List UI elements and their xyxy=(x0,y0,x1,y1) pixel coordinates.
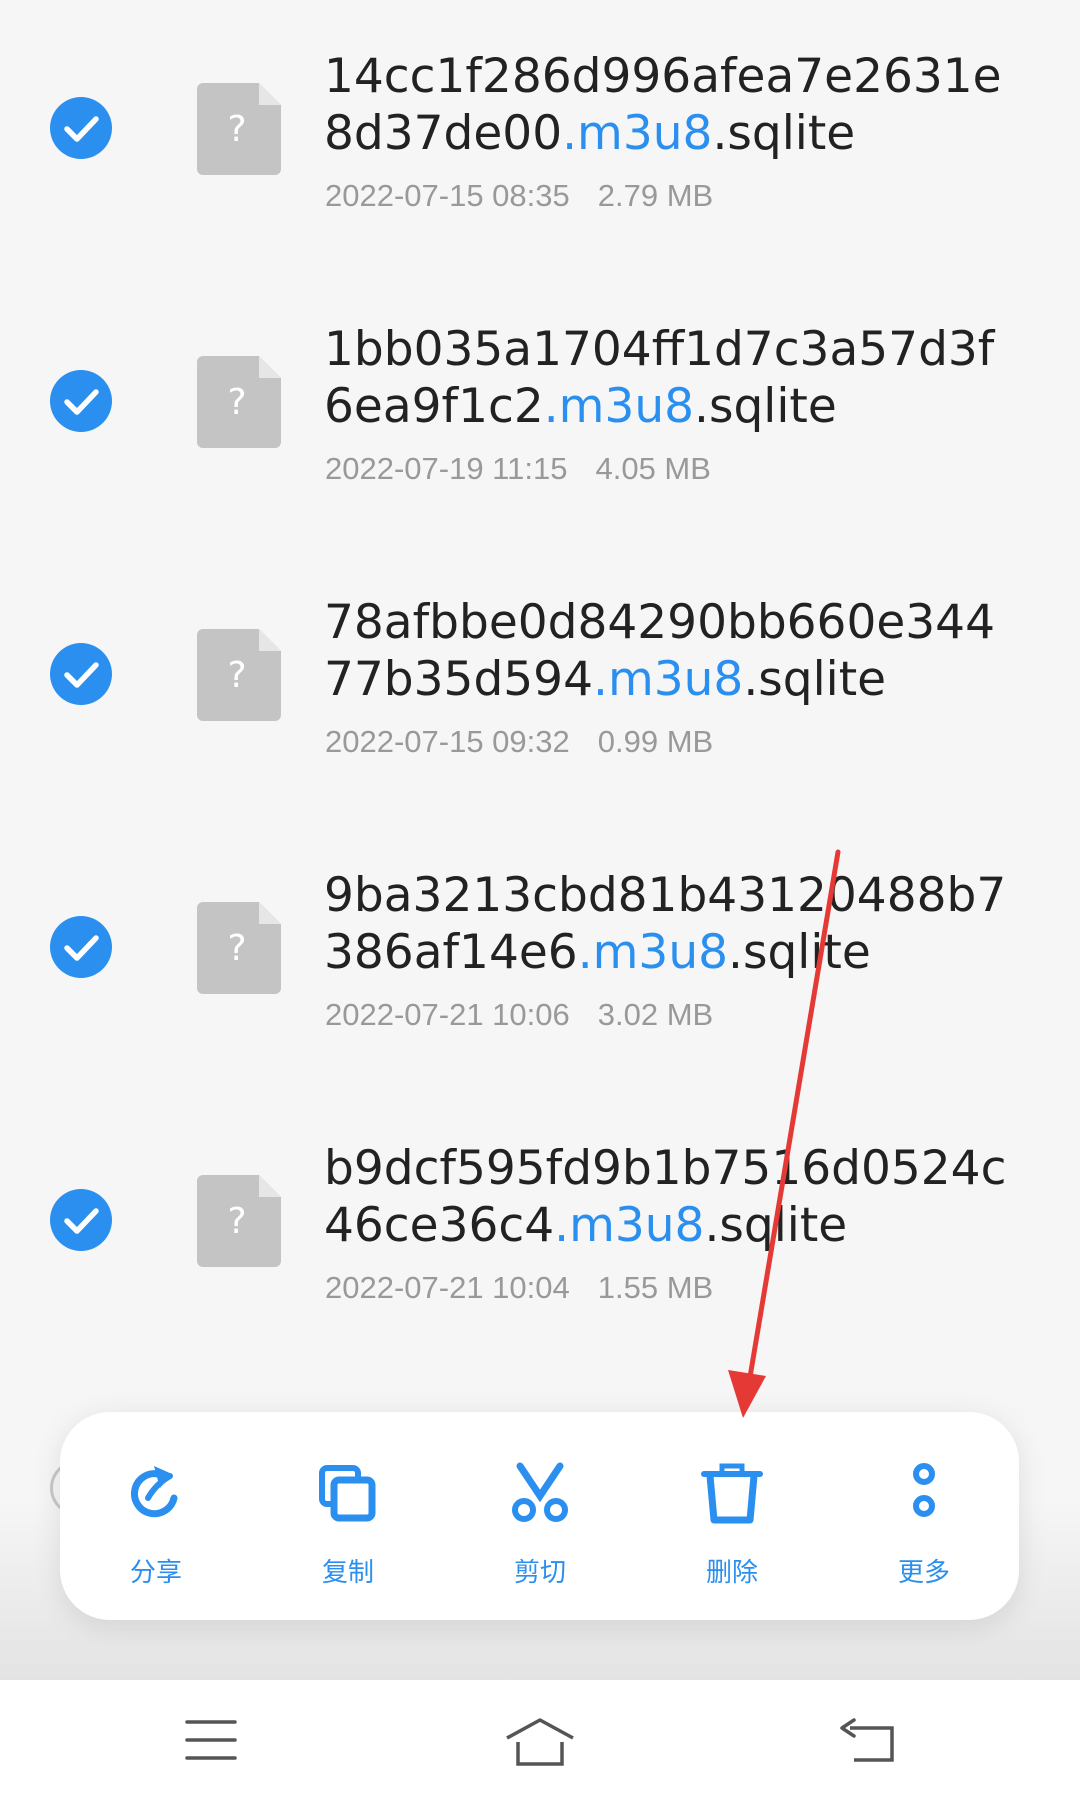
checkbox-checked-icon[interactable] xyxy=(50,97,112,159)
file-name-line1: 78afbbe0d84290bb660e344 xyxy=(324,595,995,650)
file-size: 3.02 MB xyxy=(597,997,714,1032)
file-icon-glyph: ? xyxy=(227,928,246,969)
file-ext-m3u8: .m3u8 xyxy=(593,652,744,707)
file-date: 2022-07-19 11:15 xyxy=(325,451,568,486)
unknown-file-icon: ? xyxy=(197,1175,281,1267)
share-icon xyxy=(130,1466,178,1518)
file-size: 4.05 MB xyxy=(595,451,711,486)
file-date: 2022-07-21 10:04 xyxy=(325,1270,570,1305)
file-ext-sqlite: .sqlite xyxy=(704,1198,848,1253)
file-name: 9ba3213cbd81b43120488b7 386af14e6.m3u8.s… xyxy=(324,867,1064,981)
file-meta: 2022-07-15 08:35 2.79 MB xyxy=(325,178,713,214)
checkbox-checked-icon[interactable] xyxy=(50,370,112,432)
file-meta: 2022-07-21 10:04 1.55 MB xyxy=(325,1270,713,1306)
list-item[interactable]: ? 9ba3213cbd81b43120488b7 386af14e6.m3u8… xyxy=(0,819,1080,1092)
back-icon[interactable] xyxy=(840,1718,896,1766)
checkbox-checked-icon[interactable] xyxy=(50,1189,112,1251)
file-ext-sqlite: .sqlite xyxy=(712,106,856,161)
cut-icon xyxy=(512,1462,568,1522)
more-button[interactable]: 更多 xyxy=(828,1412,1020,1620)
list-item[interactable]: ? b9dcf595fd9b1b7516d0524c 46ce36c4.m3u8… xyxy=(0,1092,1080,1365)
list-item[interactable]: ? 14cc1f286d996afea7e2631e 8d37de00.m3u8… xyxy=(0,0,1080,273)
file-icon-glyph: ? xyxy=(227,382,246,423)
file-meta: 2022-07-21 10:06 3.02 MB xyxy=(325,997,713,1033)
cut-button[interactable]: 剪切 xyxy=(444,1412,636,1620)
delete-label: 删除 xyxy=(705,1558,758,1588)
checkbox-checked-icon[interactable] xyxy=(50,643,112,705)
file-name: 78afbbe0d84290bb660e344 77b35d594.m3u8.s… xyxy=(324,594,1064,708)
file-name-line2: 46ce36c4 xyxy=(324,1198,555,1253)
unknown-file-icon: ? xyxy=(197,356,281,448)
home-icon[interactable] xyxy=(505,1718,575,1768)
cut-label: 剪切 xyxy=(513,1558,566,1588)
file-ext-m3u8: .m3u8 xyxy=(543,379,695,434)
file-name-line2: 386af14e6 xyxy=(324,925,578,980)
file-size: 1.55 MB xyxy=(597,1270,714,1305)
file-name-line2: 8d37de00 xyxy=(324,106,563,161)
file-name: b9dcf595fd9b1b7516d0524c 46ce36c4.m3u8.s… xyxy=(324,1140,1064,1254)
share-label: 分享 xyxy=(129,1558,182,1588)
unknown-file-icon: ? xyxy=(197,83,281,175)
file-ext-sqlite: .sqlite xyxy=(743,652,887,707)
action-bar: 分享 复制 剪切 删除 更多 xyxy=(60,1412,1019,1620)
unknown-file-icon: ? xyxy=(197,629,281,721)
menu-icon[interactable] xyxy=(185,1718,237,1762)
file-meta: 2022-07-15 09:32 0.99 MB xyxy=(325,724,713,760)
file-meta: 2022-07-19 11:15 4.05 MB xyxy=(325,451,711,487)
file-icon-glyph: ? xyxy=(227,109,246,150)
navigation-bar xyxy=(0,1680,1080,1808)
file-date: 2022-07-15 09:32 xyxy=(325,724,570,759)
file-name-line1: 14cc1f286d996afea7e2631e xyxy=(324,49,1002,104)
file-name-line1: b9dcf595fd9b1b7516d0524c xyxy=(324,1141,1007,1196)
copy-icon xyxy=(319,1465,376,1522)
more-label: 更多 xyxy=(897,1558,950,1588)
list-item[interactable]: ? 78afbbe0d84290bb660e344 77b35d594.m3u8… xyxy=(0,546,1080,819)
file-name-line2: 77b35d594 xyxy=(324,652,593,707)
checkbox-checked-icon[interactable] xyxy=(50,916,112,978)
file-ext-m3u8: .m3u8 xyxy=(577,925,729,980)
file-ext-m3u8: .m3u8 xyxy=(562,106,713,161)
file-name-line1: 1bb035a1704ff1d7c3a57d3f xyxy=(324,322,995,377)
file-icon-glyph: ? xyxy=(227,1201,246,1242)
delete-button[interactable]: 删除 xyxy=(636,1412,828,1620)
file-ext-m3u8: .m3u8 xyxy=(554,1198,705,1253)
file-size: 0.99 MB xyxy=(597,724,714,759)
file-name-line2: 6ea9f1c2 xyxy=(324,379,544,434)
file-name: 14cc1f286d996afea7e2631e 8d37de00.m3u8.s… xyxy=(324,48,1064,162)
share-button[interactable]: 分享 xyxy=(60,1412,252,1620)
unknown-file-icon: ? xyxy=(197,902,281,994)
file-ext-sqlite: .sqlite xyxy=(728,925,871,980)
file-date: 2022-07-21 10:06 xyxy=(325,997,570,1032)
copy-label: 复制 xyxy=(321,1558,374,1588)
list-item[interactable]: ? 1bb035a1704ff1d7c3a57d3f 6ea9f1c2.m3u8… xyxy=(0,273,1080,546)
file-ext-sqlite: .sqlite xyxy=(694,379,837,434)
copy-button[interactable]: 复制 xyxy=(252,1412,444,1620)
more-icon xyxy=(913,1463,935,1517)
delete-icon xyxy=(701,1463,763,1524)
file-name-line1: 9ba3213cbd81b43120488b7 xyxy=(324,868,1007,923)
file-name: 1bb035a1704ff1d7c3a57d3f 6ea9f1c2.m3u8.s… xyxy=(324,321,1064,435)
file-icon-glyph: ? xyxy=(227,655,246,696)
file-date: 2022-07-15 08:35 xyxy=(325,178,570,213)
file-size: 2.79 MB xyxy=(597,178,714,213)
